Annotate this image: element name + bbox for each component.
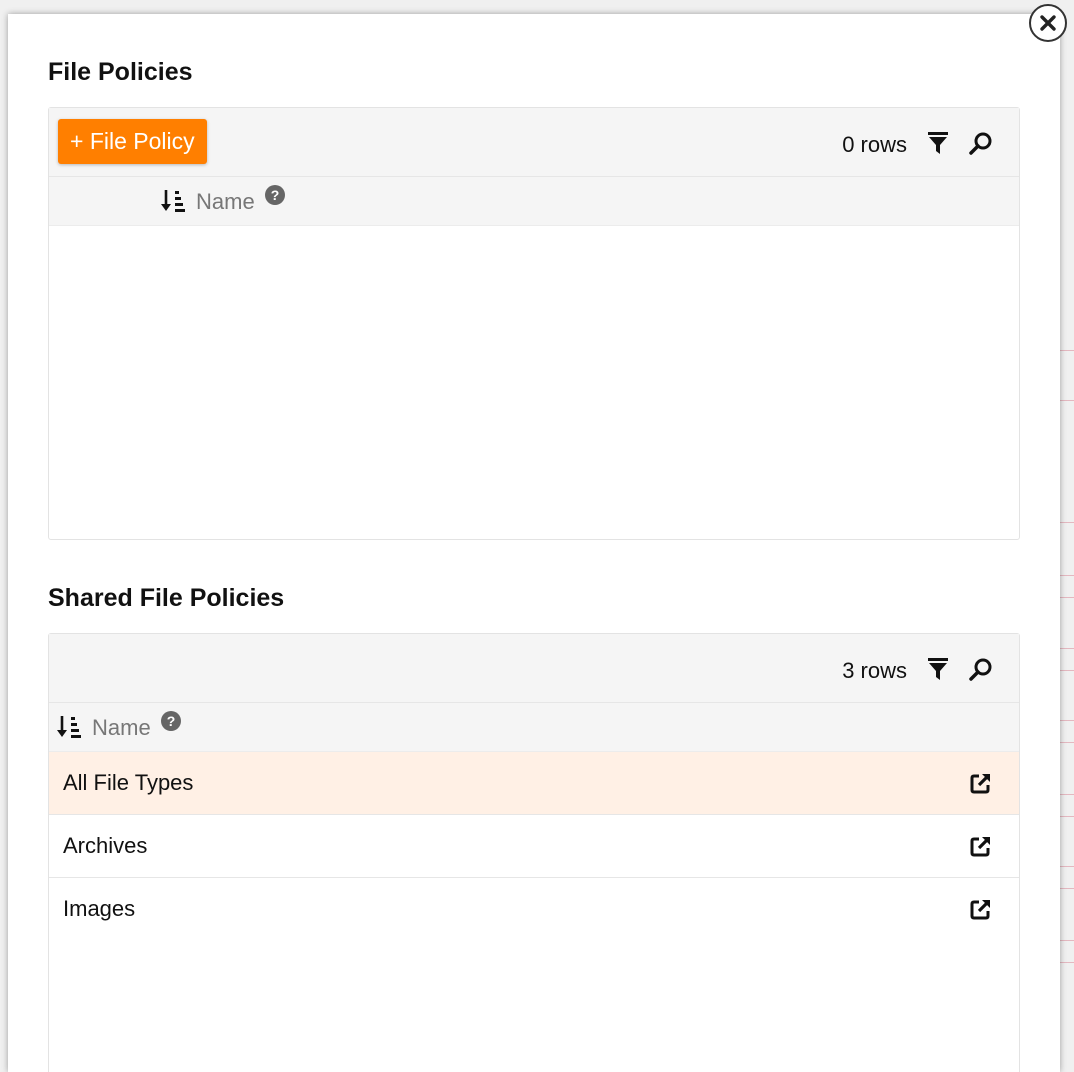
- table-row[interactable]: All File Types: [49, 752, 1019, 815]
- policy-name: Images: [63, 896, 136, 921]
- close-button[interactable]: [1029, 4, 1067, 42]
- file-policies-row-count: 0 rows: [842, 132, 907, 157]
- sort-descending-icon[interactable]: [161, 188, 187, 214]
- name-column-header[interactable]: Name: [92, 715, 151, 741]
- filter-icon[interactable]: [925, 656, 951, 682]
- file-policies-toolbar: + File Policy 0 rows: [49, 108, 1019, 177]
- shared-file-policies-toolbar: 3 rows: [49, 634, 1019, 703]
- svg-text:?: ?: [167, 713, 176, 729]
- shared-file-policies-header-row: Name ?: [49, 703, 1019, 752]
- shared-file-policies-row-count: 3 rows: [842, 658, 907, 683]
- open-external-icon[interactable]: [969, 834, 993, 858]
- background-divider: [1060, 350, 1074, 351]
- background-divider: [1060, 522, 1074, 523]
- open-external-icon[interactable]: [969, 771, 993, 795]
- background-divider: [1060, 742, 1074, 743]
- table-row[interactable]: Images: [49, 878, 1019, 940]
- background-divider: [1060, 597, 1074, 598]
- close-icon: [1040, 15, 1056, 31]
- file-policies-header-row: Name ?: [49, 177, 1019, 226]
- policy-name: All File Types: [63, 770, 194, 795]
- background-divider: [1060, 648, 1074, 649]
- background-divider: [1060, 400, 1074, 401]
- policy-name: Archives: [63, 833, 148, 858]
- shared-file-policies-table: 3 rows Name ? All File Types Archives Im…: [48, 633, 1020, 1072]
- name-column-header[interactable]: Name: [196, 189, 255, 215]
- shared-file-policies-title: Shared File Policies: [48, 584, 285, 612]
- file-policies-title: File Policies: [48, 58, 193, 86]
- background-divider: [1060, 670, 1074, 671]
- file-policies-table: + File Policy 0 rows Name ?: [48, 107, 1020, 540]
- background-divider: [1060, 888, 1074, 889]
- help-icon[interactable]: ?: [161, 711, 181, 731]
- sort-descending-icon[interactable]: [57, 714, 83, 740]
- help-icon[interactable]: ?: [265, 185, 285, 205]
- background-divider: [1060, 962, 1074, 963]
- search-icon[interactable]: [968, 130, 994, 156]
- svg-text:?: ?: [271, 187, 280, 203]
- background-divider: [1060, 940, 1074, 941]
- filter-icon[interactable]: [925, 130, 951, 156]
- background-divider: [1060, 816, 1074, 817]
- background-divider: [1060, 794, 1074, 795]
- background-divider: [1060, 575, 1074, 576]
- add-file-policy-button[interactable]: + File Policy: [58, 119, 207, 164]
- search-icon[interactable]: [968, 656, 994, 682]
- file-policies-modal: File Policies + File Policy 0 rows Name …: [8, 14, 1060, 1072]
- background-divider: [1060, 720, 1074, 721]
- background-divider: [1060, 866, 1074, 867]
- open-external-icon[interactable]: [969, 897, 993, 921]
- table-row[interactable]: Archives: [49, 815, 1019, 878]
